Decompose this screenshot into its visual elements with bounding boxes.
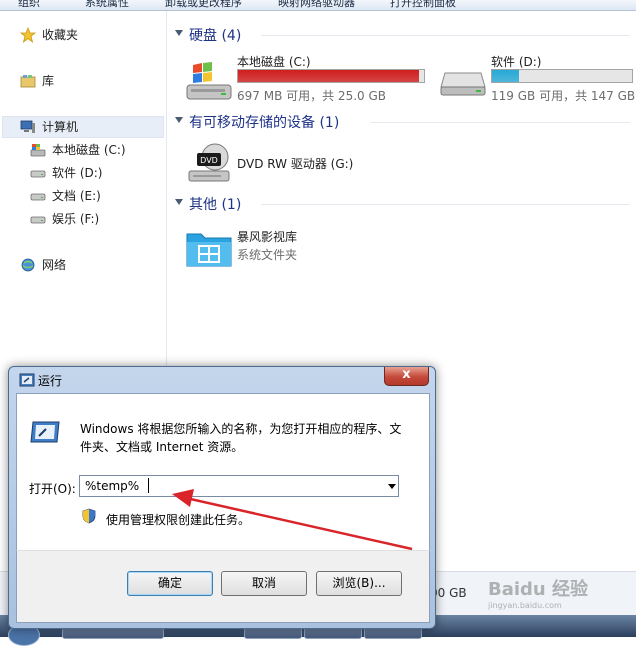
dialog-footer: 确定 取消 浏览(B)...	[16, 550, 430, 623]
watermark-text: Baidu 经验	[488, 579, 589, 600]
drive-tile-c[interactable]: 本地磁盘 (C:) 697 MB 可用，共 25.0 GB	[185, 53, 435, 107]
drive-icon	[30, 216, 46, 224]
dialog-description: Windows 将根据您所输入的名称，为您打开相应的程序、文件夹、文档或 Int…	[80, 422, 402, 454]
explorer-toolbar: 组织 系统属性 卸载或更改程序 映射网络驱动器 打开控制面板	[0, 0, 636, 11]
drive-size-text: 697 MB 可用，共 25.0 GB	[237, 89, 386, 103]
drive-name: 本地磁盘 (C:)	[237, 55, 311, 69]
library-icon	[20, 75, 36, 88]
computer-icon	[20, 120, 35, 133]
dialog-body: Windows 将根据您所输入的名称，为您打开相应的程序、文件夹、文档或 Int…	[16, 393, 430, 552]
drive-name: 软件 (D:)	[491, 55, 542, 69]
folder-name: 暴风影视库	[237, 230, 298, 244]
group-divider	[371, 122, 630, 123]
browse-button[interactable]: 浏览(B)...	[316, 571, 402, 596]
network-icon	[21, 258, 35, 272]
chevron-down-icon[interactable]	[386, 479, 398, 493]
nav-label: 网络	[42, 258, 67, 272]
nav-label: 软件 (D:)	[52, 166, 103, 180]
drive-icon	[30, 193, 46, 201]
system-drive-icon	[30, 144, 46, 157]
nav-label: 本地磁盘 (C:)	[52, 143, 126, 157]
drive-usage-fill	[238, 70, 419, 82]
drive-tile-d[interactable]: 软件 (D:) 119 GB 可用，共 147 GB	[439, 53, 636, 107]
drive-tile-dvd[interactable]: DVD DVD RW 驱动器 (G:)	[185, 141, 435, 189]
dvd-drive-icon: DVD	[188, 143, 230, 182]
folder-type: 系统文件夹	[237, 248, 298, 262]
run-command-input[interactable]: %temp%	[85, 479, 139, 493]
nav-label: 库	[42, 74, 55, 88]
toolbar-control-panel[interactable]: 打开控制面板	[390, 0, 456, 10]
drive-usage-bar	[237, 69, 425, 83]
text-caret	[148, 478, 149, 493]
group-title: 其他 (1)	[189, 197, 242, 213]
drive-usage-bar	[491, 69, 633, 83]
nav-label: 计算机	[42, 120, 79, 134]
media-folder-icon	[186, 233, 232, 267]
group-header-other[interactable]: 其他 (1)	[175, 194, 630, 214]
run-icon	[19, 373, 35, 387]
collapse-triangle-icon	[175, 30, 183, 36]
group-header-hdd[interactable]: 硬盘 (4)	[175, 25, 630, 45]
toolbar-organize[interactable]: 组织	[18, 0, 40, 10]
toolbar-map-drive[interactable]: 映射网络驱动器	[278, 0, 355, 10]
close-button[interactable]: x	[384, 367, 429, 386]
run-program-icon	[30, 421, 60, 443]
group-header-removable[interactable]: 有可移动存储的设备 (1)	[175, 112, 630, 132]
collapse-triangle-icon	[175, 199, 183, 205]
drive-name: DVD RW 驱动器 (G:)	[237, 157, 354, 171]
group-divider	[261, 204, 630, 205]
run-command-combobox[interactable]: %temp%	[79, 475, 399, 497]
watermark-url: jingyan.baidu.com	[488, 601, 562, 610]
ok-button[interactable]: 确定	[127, 571, 213, 596]
collapse-triangle-icon	[175, 117, 183, 123]
group-title: 硬盘 (4)	[189, 28, 242, 44]
cancel-button[interactable]: 取消	[221, 571, 307, 596]
nav-label: 文档 (E:)	[52, 189, 101, 203]
run-dialog: 运行 x Windows 将根据您所输入的名称，为您打开相应的程序、文件夹、文档…	[8, 366, 436, 629]
nav-label: 收藏夹	[42, 28, 79, 42]
drive-usage-fill	[492, 70, 519, 82]
group-divider	[261, 35, 630, 36]
group-title: 有可移动存储的设备 (1)	[189, 115, 340, 131]
nav-label: 娱乐 (F:)	[52, 212, 100, 226]
baidu-watermark: Baidu 经验 jingyan.baidu.com	[488, 575, 636, 615]
drive-size-text: 119 GB 可用，共 147 GB	[491, 89, 636, 103]
uac-shield-icon	[82, 508, 96, 524]
drive-icon	[30, 170, 46, 178]
open-label: 打开(O):	[29, 482, 76, 496]
folder-tile-baofeng[interactable]: 暴风影视库 系统文件夹	[185, 226, 435, 270]
dialog-title: 运行	[38, 374, 63, 388]
toolbar-system-properties[interactable]: 系统属性	[85, 0, 129, 10]
system-drive-icon	[186, 62, 232, 100]
admin-note: 使用管理权限创建此任务。	[106, 513, 251, 527]
star-icon	[20, 27, 36, 43]
toolbar-uninstall[interactable]: 卸载或更改程序	[165, 0, 242, 10]
drive-icon	[440, 72, 486, 96]
dvd-badge: DVD	[200, 156, 218, 165]
